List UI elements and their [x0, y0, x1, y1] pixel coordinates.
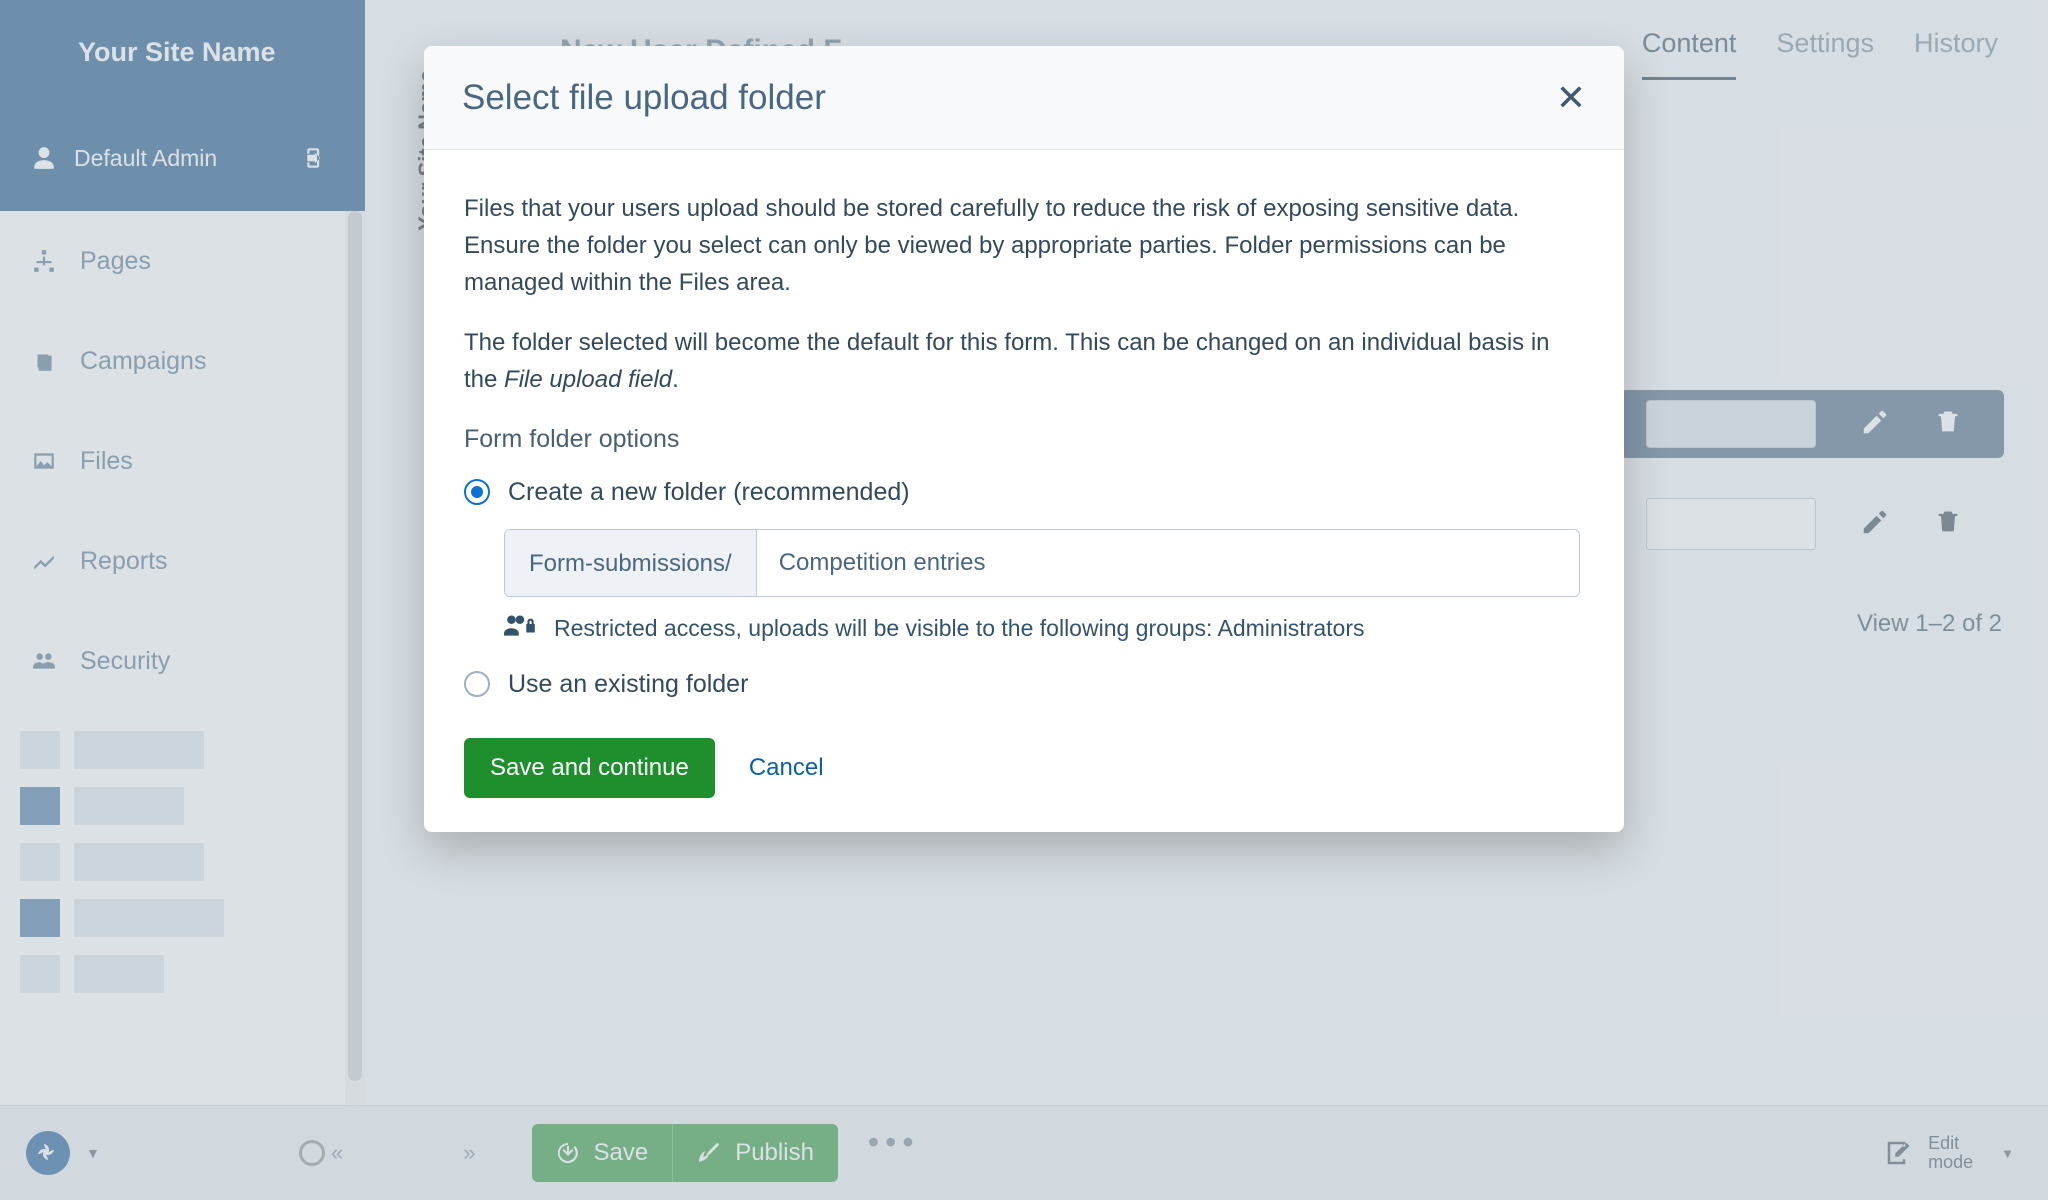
- restricted-access-note: Restricted access, uploads will be visib…: [504, 611, 1584, 647]
- radio-create-new-folder[interactable]: Create a new folder (recommended): [464, 473, 1584, 512]
- save-and-continue-button[interactable]: Save and continue: [464, 738, 715, 798]
- modal-title: Select file upload folder: [462, 78, 826, 118]
- restricted-access-text: Restricted access, uploads will be visib…: [554, 611, 1365, 647]
- modal-description-1: Files that your users upload should be s…: [464, 190, 1584, 302]
- new-folder-input-group: Form-submissions/: [504, 529, 1580, 597]
- radio-label: Create a new folder (recommended): [508, 473, 910, 512]
- cancel-button[interactable]: Cancel: [749, 749, 824, 786]
- new-folder-name-input[interactable]: [757, 530, 1579, 596]
- radio-label: Use an existing folder: [508, 665, 748, 704]
- folder-path-prefix: Form-submissions/: [505, 530, 757, 596]
- radio-use-existing-folder[interactable]: Use an existing folder: [464, 665, 1584, 704]
- lock-users-icon: [504, 611, 538, 647]
- close-icon[interactable]: ✕: [1556, 80, 1586, 116]
- radio-checked-icon: [464, 479, 490, 505]
- radio-unchecked-icon: [464, 671, 490, 697]
- modal-description-2: The folder selected will become the defa…: [464, 324, 1584, 398]
- modal-header: Select file upload folder ✕: [424, 46, 1624, 150]
- form-folder-options-label: Form folder options: [464, 420, 1584, 459]
- modal-backdrop[interactable]: [0, 0, 2048, 1200]
